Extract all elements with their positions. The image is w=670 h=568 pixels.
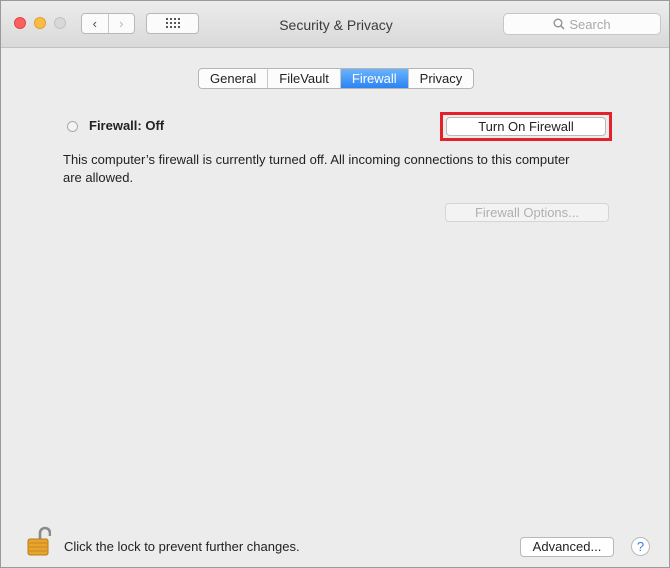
- firewall-options-button[interactable]: Firewall Options...: [445, 203, 609, 222]
- firewall-status-indicator: [67, 121, 78, 132]
- magnifier-icon: [553, 18, 565, 30]
- tab-privacy[interactable]: Privacy: [409, 69, 474, 88]
- firewall-description: This computer’s firewall is currently tu…: [63, 152, 570, 185]
- search-placeholder: Search: [569, 16, 611, 32]
- tab-filevault[interactable]: FileVault: [268, 69, 341, 88]
- tab-firewall[interactable]: Firewall: [340, 69, 409, 88]
- search-field[interactable]: Search: [503, 13, 661, 35]
- tab-bar: General FileVault Firewall Privacy: [198, 68, 475, 89]
- lock-icon[interactable]: [27, 525, 52, 562]
- advanced-button[interactable]: Advanced...: [520, 537, 614, 557]
- firewall-status-label: Firewall: Off: [89, 118, 165, 133]
- title-bar: ‹ › Security & Privacy Search: [1, 1, 669, 48]
- tab-general[interactable]: General: [199, 69, 269, 88]
- help-icon[interactable]: ?: [631, 537, 650, 556]
- lock-instruction: Click the lock to prevent further change…: [64, 539, 300, 554]
- turn-on-firewall-button[interactable]: Turn On Firewall: [446, 117, 606, 136]
- preferences-window: ‹ › Security & Privacy Search General Fi…: [0, 0, 670, 568]
